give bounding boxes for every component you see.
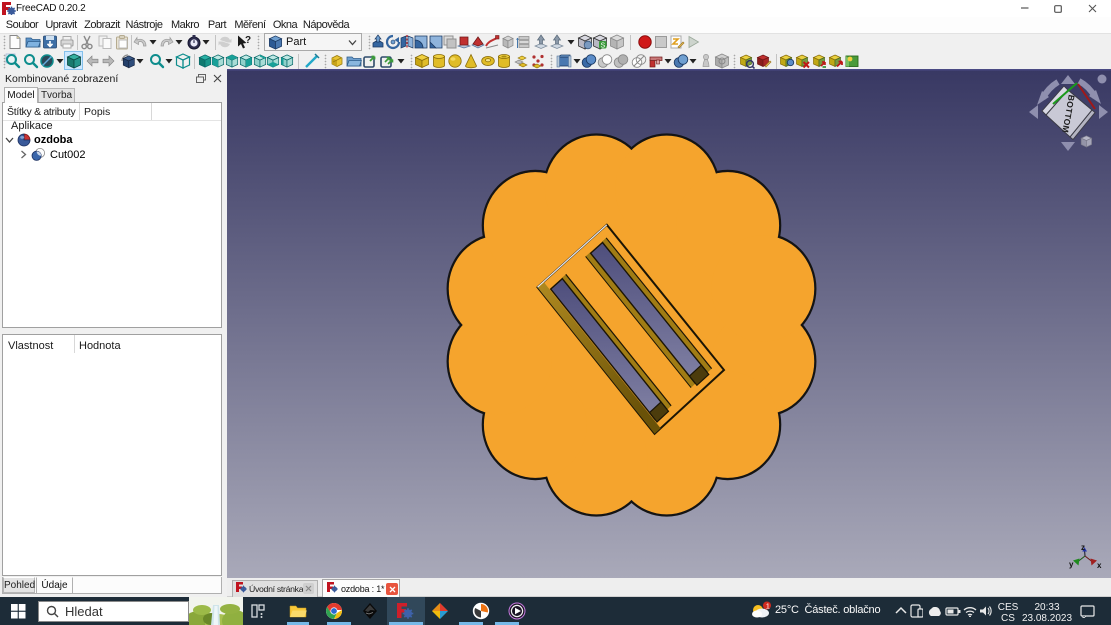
svg-text:S: S [601,43,606,50]
svg-text:y: y [1069,560,1074,569]
svg-text:1: 1 [766,601,770,610]
svg-text:?: ? [245,35,251,46]
svg-text:x: x [1097,561,1102,570]
svg-text:z: z [1081,543,1085,552]
